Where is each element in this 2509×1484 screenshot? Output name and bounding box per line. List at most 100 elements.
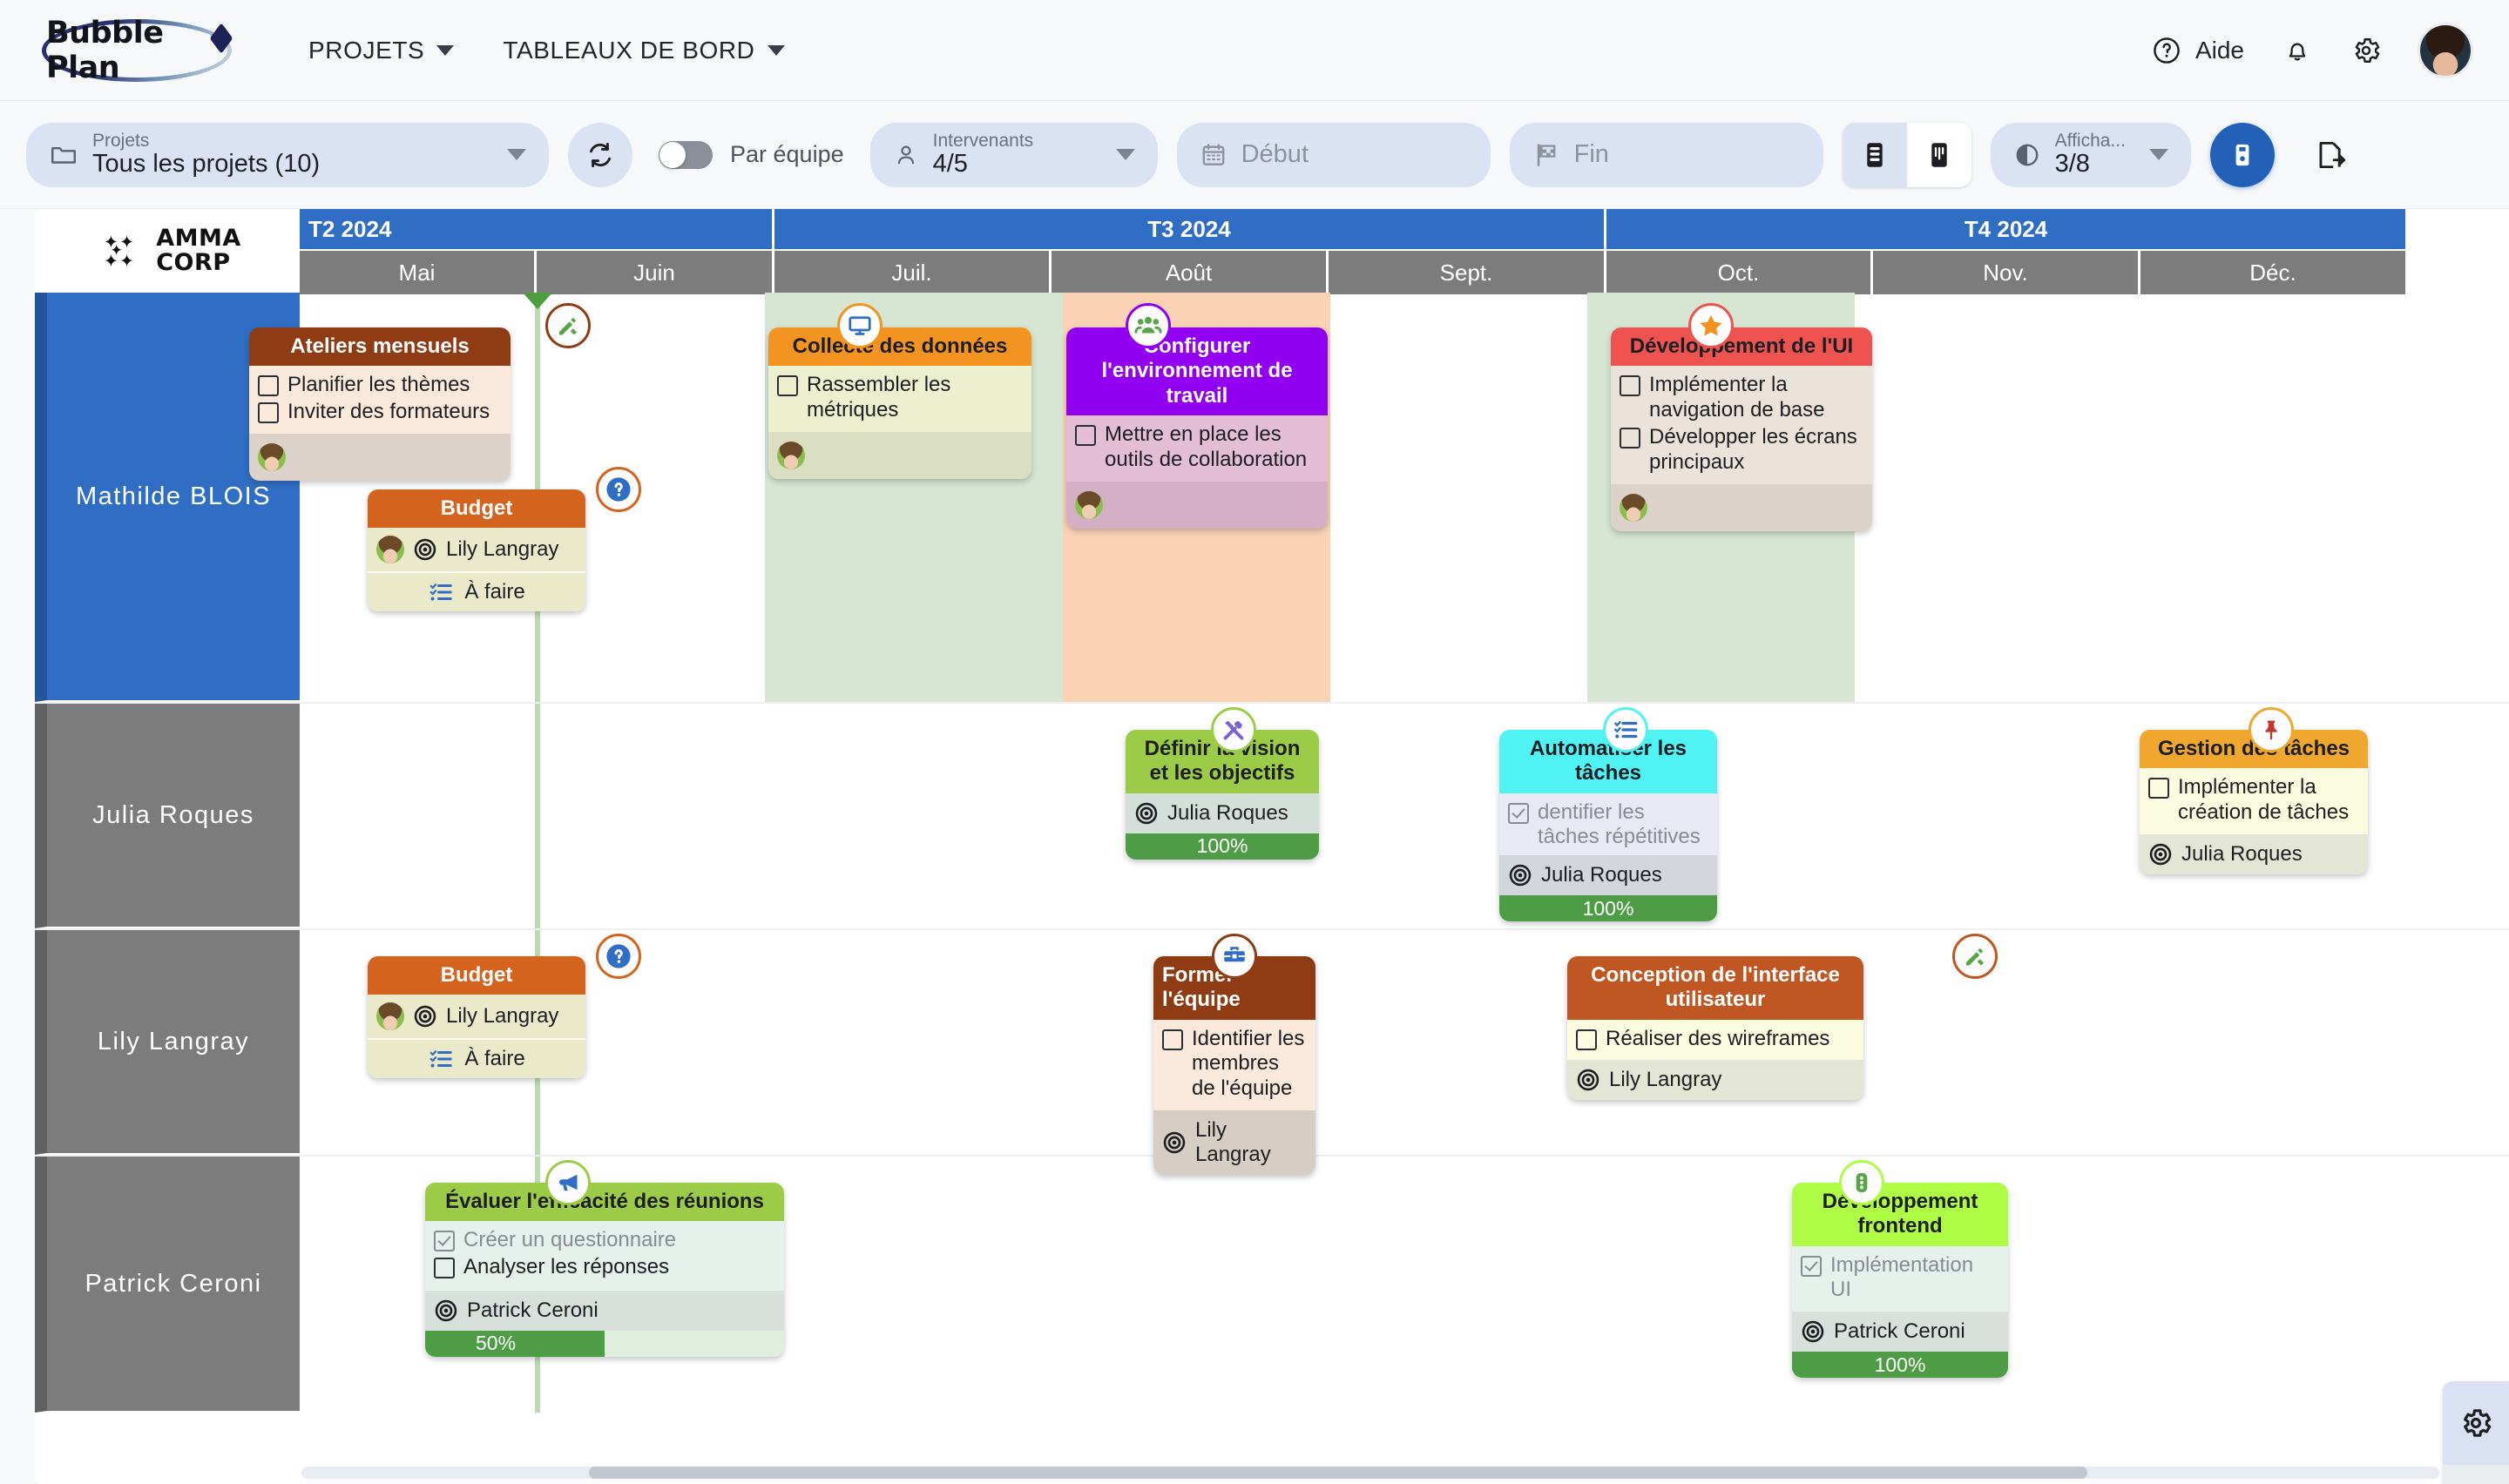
badge-monitor-icon[interactable] bbox=[837, 303, 883, 348]
checkbox-icon[interactable] bbox=[777, 375, 798, 397]
gantt-row-lily-langray: Lily Langray Budget Lily Langray À faire… bbox=[35, 930, 2509, 1176]
dock-settings-button[interactable] bbox=[2443, 1381, 2509, 1465]
question-icon bbox=[606, 944, 631, 968]
month-cell-juin[interactable]: Juin bbox=[537, 251, 774, 294]
checklist-item[interactable]: Développer les écrans principaux bbox=[1620, 425, 1863, 476]
badge-people-icon[interactable] bbox=[1126, 303, 1171, 348]
badge-pencil-ruler-icon[interactable] bbox=[1952, 934, 1998, 979]
task-card-budget-1[interactable]: Budget Lily Langray À faire bbox=[368, 489, 585, 612]
checklist-item[interactable]: Mettre en place les outils de collaborat… bbox=[1075, 422, 1319, 473]
task-card-automatiser-les-taches[interactable]: Automatiser les tâches dentifier les tâc… bbox=[1499, 730, 1717, 922]
row-track-julia-roques: Définir la vision et les objectifs Julia… bbox=[300, 704, 2509, 928]
gear-icon[interactable] bbox=[2350, 35, 2382, 66]
horizontal-scrollbar-thumb[interactable] bbox=[589, 1467, 2087, 1479]
team-toggle[interactable] bbox=[659, 140, 713, 169]
end-date-input[interactable]: Fin bbox=[1509, 122, 1823, 187]
month-cell-mai[interactable]: Mai bbox=[300, 251, 537, 294]
task-card-ateliers-mensuels[interactable]: Ateliers mensuels Planifier les thèmes I… bbox=[249, 327, 511, 481]
badge-pencil-ruler-icon[interactable] bbox=[545, 303, 591, 348]
dock-help-button[interactable] bbox=[2443, 1465, 2509, 1484]
badge-toolbox-icon[interactable] bbox=[1212, 934, 1257, 979]
task-card-developpement-frontend[interactable]: Développement frontend Implémentation UI… bbox=[1792, 1183, 2008, 1379]
help-button[interactable]: Aide bbox=[2152, 36, 2244, 65]
checkbox-icon[interactable] bbox=[1576, 1029, 1597, 1050]
checklist-item-done[interactable]: dentifier les tâches répétitives bbox=[1508, 800, 1708, 851]
checkbox-icon[interactable] bbox=[2148, 778, 2169, 799]
checklist-item[interactable]: Analyser les réponses bbox=[434, 1255, 775, 1280]
checklist-item[interactable]: Implémenter la création de tâches bbox=[2148, 775, 2359, 826]
view-mode-gantt-button[interactable] bbox=[1906, 122, 1971, 187]
task-card-former-lequipe[interactable]: Former l'équipe Identifier les membres d… bbox=[1153, 956, 1315, 1176]
checklist-item[interactable]: Planifier les thèmes bbox=[258, 373, 502, 398]
save-button[interactable] bbox=[2209, 122, 2275, 187]
refresh-button[interactable] bbox=[568, 122, 632, 187]
checkbox-icon[interactable] bbox=[1162, 1029, 1183, 1050]
month-cell-nov[interactable]: Nov. bbox=[1873, 251, 2140, 294]
progress-label: 50% bbox=[476, 1332, 517, 1355]
nav-item-tableaux-de-bord[interactable]: TABLEAUX DE BORD bbox=[503, 37, 785, 64]
month-cell-aout[interactable]: Août bbox=[1052, 251, 1329, 294]
checklist-item[interactable]: Implémenter la navigation de base bbox=[1620, 373, 1863, 423]
month-cell-juil[interactable]: Juil. bbox=[774, 251, 1052, 294]
row-label-julia-roques[interactable]: Julia Roques bbox=[35, 704, 300, 928]
checklist-item[interactable]: Réaliser des wireframes bbox=[1576, 1027, 1855, 1052]
badge-tools-icon[interactable] bbox=[1211, 707, 1256, 752]
view-mode-list-button[interactable] bbox=[1842, 122, 1907, 187]
row-label-lily-langray[interactable]: Lily Langray bbox=[35, 930, 300, 1155]
app-logo[interactable]: Bubble Plan bbox=[42, 16, 260, 85]
quarter-cell[interactable]: T2 2024 bbox=[300, 209, 774, 249]
task-card-conception-interface[interactable]: Conception de l'interface utilisateur Ré… bbox=[1567, 956, 1863, 1101]
task-card-gestion-des-taches[interactable]: Gestion des tâches Implémenter la créati… bbox=[2140, 730, 2368, 874]
month-cell-dec[interactable]: Déc. bbox=[2140, 251, 2408, 294]
badge-traffic-light-icon[interactable] bbox=[1839, 1160, 1884, 1205]
checklist-item-done[interactable]: Implémentation UI bbox=[1801, 1253, 1999, 1304]
checkbox-checked-icon[interactable] bbox=[1508, 802, 1529, 824]
checkbox-icon[interactable] bbox=[1620, 427, 1640, 449]
avatar bbox=[376, 536, 404, 564]
badge-pin-icon[interactable] bbox=[2249, 707, 2294, 752]
nav-item-projets[interactable]: PROJETS bbox=[308, 37, 455, 64]
affichage-label: Afficha... bbox=[2054, 131, 2126, 152]
horizontal-scrollbar[interactable] bbox=[301, 1467, 2439, 1479]
avatar bbox=[1620, 493, 1647, 522]
gantt-row-julia-roques: Julia Roques Définir la vision et les bbox=[35, 704, 2509, 930]
affichage-select[interactable]: Afficha... 3/8 bbox=[1990, 122, 2191, 187]
task-card-evaluer-efficacite-reunions[interactable]: Évaluer l'efficacité des réunions Créer … bbox=[425, 1183, 784, 1357]
quarter-cell[interactable]: T4 2024 bbox=[1606, 209, 2408, 249]
checkbox-icon[interactable] bbox=[434, 1258, 455, 1279]
task-card-budget-2[interactable]: Budget Lily Langray À faire bbox=[368, 956, 585, 1079]
checkbox-icon[interactable] bbox=[1620, 375, 1640, 397]
task-card-collecte-des-donnees[interactable]: Collecte des données Rassembler les métr… bbox=[768, 327, 1031, 479]
month-cell-sept[interactable]: Sept. bbox=[1329, 251, 1606, 294]
quarter-cell[interactable]: T3 2024 bbox=[774, 209, 1606, 249]
timeline-header: T2 2024 T3 2024 T4 2024 Mai Juin Juil. A… bbox=[300, 209, 2509, 294]
checkbox-icon[interactable] bbox=[258, 402, 279, 424]
task-card-configurer-environnement[interactable]: Configurer l'environnement de travail Me… bbox=[1066, 327, 1328, 529]
checkbox-checked-icon[interactable] bbox=[1801, 1255, 1822, 1277]
month-cell-oct[interactable]: Oct. bbox=[1606, 251, 1873, 294]
eye-icon bbox=[2016, 144, 2039, 165]
task-card-progress: 100% bbox=[1499, 895, 1717, 922]
checklist-item[interactable]: Identifier les membres de l'équipe bbox=[1162, 1027, 1307, 1102]
checkbox-icon[interactable] bbox=[1075, 424, 1096, 446]
projects-select[interactable]: Projets Tous les projets (10) bbox=[26, 122, 549, 187]
badge-checklist-icon[interactable] bbox=[1603, 707, 1648, 752]
badge-star-icon[interactable] bbox=[1688, 303, 1734, 348]
row-label-patrick-ceroni[interactable]: Patrick Ceroni bbox=[35, 1157, 300, 1413]
intervenants-select[interactable]: Intervenants 4/5 bbox=[869, 122, 1158, 187]
badge-question-icon[interactable] bbox=[596, 467, 641, 512]
start-date-input[interactable]: Début bbox=[1176, 122, 1491, 187]
checkbox-icon[interactable] bbox=[258, 375, 279, 397]
bell-icon[interactable] bbox=[2282, 36, 2312, 65]
checkbox-checked-icon[interactable] bbox=[434, 1231, 455, 1252]
exit-button[interactable] bbox=[2315, 138, 2348, 172]
task-card-developpement-ui[interactable]: Développement de l'UI Implémenter la nav… bbox=[1611, 327, 1872, 531]
checklist-item-done[interactable]: Créer un questionnaire bbox=[434, 1228, 775, 1253]
checklist-item[interactable]: Rassembler les métriques bbox=[777, 373, 1023, 423]
user-avatar[interactable] bbox=[2420, 24, 2471, 76]
checklist-item-label: Développer les écrans principaux bbox=[1649, 424, 1857, 474]
badge-question-icon[interactable] bbox=[596, 934, 641, 979]
checklist-item-label: Implémenter la création de tâches bbox=[2178, 775, 2350, 825]
badge-megaphone-icon[interactable] bbox=[545, 1160, 591, 1205]
checklist-item[interactable]: Inviter des formateurs bbox=[258, 400, 502, 425]
